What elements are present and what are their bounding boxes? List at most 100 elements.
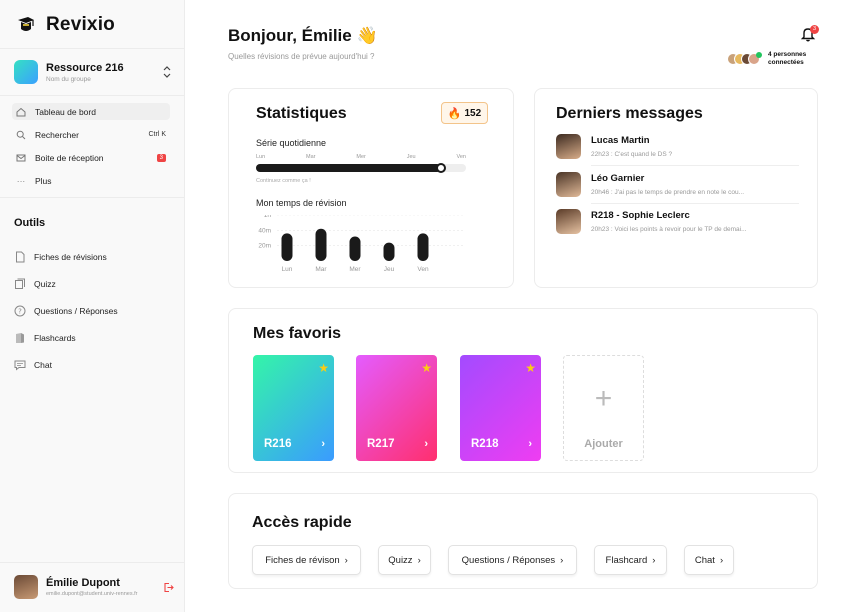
streak-progress-bar — [256, 163, 466, 173]
bar-mar — [315, 228, 327, 261]
more-icon: ··· — [16, 175, 26, 186]
shortcut-hint: Ctrl K — [148, 131, 167, 138]
favorite-name: R217 — [367, 438, 395, 450]
group-switcher[interactable]: Ressource 216 Nom du groupe — [14, 58, 172, 86]
flame-icon: 🔥 — [447, 107, 462, 120]
star-icon[interactable]: ★ — [318, 361, 329, 375]
avatar — [556, 209, 581, 234]
bar-jeu — [383, 242, 395, 261]
tool-label: Fiches de révisions — [34, 251, 107, 262]
quick-link-label: Questions / Réponses — [461, 554, 556, 566]
chevron-right-icon: › — [344, 554, 348, 566]
bar-lun — [281, 233, 293, 261]
quick-link-revision-sheets[interactable]: Fiches de révison › — [252, 545, 361, 575]
app-name: Revixio — [46, 14, 115, 35]
chevron-right-icon: › — [417, 554, 421, 566]
star-icon[interactable]: ★ — [421, 361, 432, 375]
chevron-right-icon: › — [560, 554, 564, 566]
message-item[interactable]: R218 - Sophie Leclerc 20h23 : Voici les … — [556, 209, 798, 245]
quick-link-chat[interactable]: Chat › — [684, 545, 734, 575]
streak-progress-fill — [256, 164, 441, 172]
x-tick-label: Lun — [282, 266, 293, 273]
chevron-right-icon: › — [528, 438, 532, 450]
favorite-name: R218 — [471, 438, 499, 450]
tool-item-qa[interactable]: ? Questions / Réponses — [14, 302, 172, 319]
chevron-right-icon: › — [424, 438, 428, 450]
logout-icon[interactable] — [163, 582, 174, 593]
divider — [0, 48, 185, 49]
online-users[interactable]: 4 personnes connectées — [727, 51, 812, 67]
nav-item-search[interactable]: Rechercher Ctrl K — [12, 126, 170, 143]
quick-link-quiz[interactable]: Quizz › — [378, 545, 431, 575]
message-sender: R218 - Sophie Leclerc — [591, 210, 690, 221]
favorite-card-r217[interactable]: ★ R217 › — [356, 355, 437, 461]
nav-label: Plus — [35, 175, 52, 186]
user-profile[interactable]: Émilie Dupont emilie.dupont@student.univ… — [14, 573, 174, 601]
svg-text:?: ? — [18, 307, 22, 315]
add-favorite-button[interactable]: + Ajouter — [563, 355, 644, 461]
messages-card: Derniers messages Lucas Martin 22h23 : C… — [534, 88, 818, 288]
daily-streak-label: Série quotidienne — [256, 138, 327, 148]
y-tick-label: 20m — [258, 243, 271, 250]
message-preview: 20h46 : J'ai pas le temps de prendre en … — [591, 189, 745, 196]
message-preview: 20h23 : Voici les points à revoir pour l… — [591, 226, 747, 233]
main-nav: Tableau de bord Rechercher Ctrl K Boite … — [12, 103, 170, 195]
question-icon: ? — [14, 305, 26, 316]
quick-link-label: Quizz — [388, 554, 413, 566]
quick-link-qa[interactable]: Questions / Réponses › — [448, 545, 577, 575]
tools-title: Outils — [14, 217, 46, 229]
streak-hint: Continuez comme ça ! — [256, 178, 311, 184]
group-name: Ressource 216 — [46, 61, 124, 74]
quick-link-flashcard[interactable]: Flashcard › — [594, 545, 667, 575]
app-logo[interactable]: Revixio — [16, 14, 115, 36]
message-sender: Lucas Martin — [591, 135, 650, 146]
day-label: Mer — [356, 154, 366, 160]
nav-label: Tableau de bord — [35, 106, 96, 117]
x-tick-label: Mer — [349, 266, 361, 273]
document-icon — [16, 251, 25, 262]
divider — [591, 165, 799, 166]
chevron-right-icon: › — [321, 438, 325, 450]
message-preview: 22h23 : C'est quand le DS ? — [591, 151, 673, 158]
nav-item-more[interactable]: ··· Plus — [12, 172, 170, 189]
star-icon[interactable]: ★ — [525, 361, 536, 375]
day-label: Ven — [456, 154, 466, 160]
tool-label: Flashcards — [34, 332, 76, 343]
tool-item-quiz[interactable]: Quizz — [14, 275, 172, 292]
nav-item-inbox[interactable]: Boite de réception 3 — [12, 149, 170, 166]
nav-label: Rechercher — [35, 129, 79, 140]
x-tick-label: Ven — [417, 266, 429, 273]
y-tick-label: 40m — [258, 227, 271, 234]
tool-item-flashcards[interactable]: Flashcards — [14, 329, 172, 346]
tool-item-chat[interactable]: Chat — [14, 356, 172, 373]
plus-icon: + — [594, 382, 613, 415]
add-favorite-label: Ajouter — [584, 438, 623, 450]
favorites-card: Mes favoris ★ R216 › ★ R217 › ★ R218 › +… — [228, 308, 818, 473]
favorite-card-r218[interactable]: ★ R218 › — [460, 355, 541, 461]
streak-count: 152 — [464, 107, 482, 119]
bar-ven — [417, 233, 429, 261]
tool-item-revision-sheets[interactable]: Fiches de révisions — [14, 248, 172, 265]
nav-item-dashboard[interactable]: Tableau de bord — [12, 103, 170, 120]
avatar — [556, 172, 581, 197]
favorite-card-r216[interactable]: ★ R216 › — [253, 355, 334, 461]
quick-access-title: Accès rapide — [252, 514, 352, 531]
mail-icon — [16, 154, 26, 161]
chevron-right-icon: › — [719, 554, 724, 566]
chat-icon — [14, 360, 26, 371]
quiz-icon — [15, 278, 25, 289]
quick-link-label: Flashcard — [605, 554, 648, 566]
day-label: Mar — [306, 154, 316, 160]
streak-days: Lun Mar Mer Jeu Ven — [256, 154, 466, 160]
online-status-dot — [756, 52, 762, 58]
y-tick-label: 1h — [264, 215, 272, 219]
page-title: Bonjour, Émilie 👋 — [228, 26, 378, 45]
stats-card: Statistiques 🔥 152 Série quotidienne Lun… — [228, 88, 514, 288]
avatar — [556, 134, 581, 159]
streak-badge: 🔥 152 — [441, 102, 488, 124]
group-avatar — [14, 60, 38, 84]
revision-time-chart: 1h 40m 20m Lun Mar Mer Jeu Ven — [258, 215, 463, 273]
divider — [0, 197, 185, 198]
page-subtitle: Quelles révisions de prévue aujourd'hui … — [228, 52, 375, 61]
favorite-name: R216 — [264, 438, 292, 450]
